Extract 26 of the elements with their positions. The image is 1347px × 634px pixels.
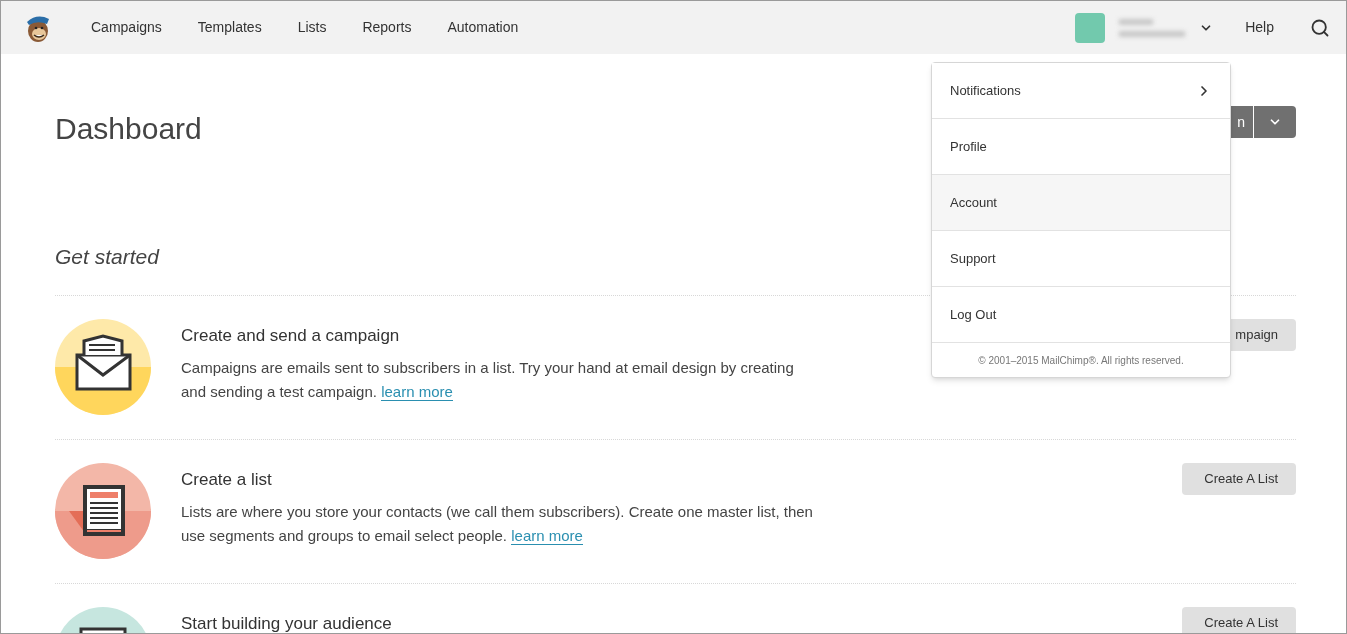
card-title: Start building your audience [181,612,393,633]
learn-more-link[interactable]: learn more [381,383,453,401]
card-description: Lists are where you store your contacts (we call them subscribers). Create one master list, then use segments and groups to email select people. learn more [181,502,814,547]
envelope-icon [55,318,151,415]
nav-link[interactable]: Automation [447,17,519,38]
nav-link[interactable]: Campaigns [91,17,162,38]
menu-item[interactable]: Notifications [932,63,1230,119]
create-button[interactable]: Create A List [1182,606,1296,633]
learn-more-link[interactable]: learn more [511,527,583,545]
page-title: Dashboard [55,111,202,147]
document-icon [55,462,151,559]
nav-link[interactable]: Templates [197,17,262,38]
nav-link[interactable]: Lists [297,17,327,38]
menu-item[interactable]: Profile [932,119,1230,175]
menu-item[interactable]: Support [932,231,1230,287]
card-title: Create a list [181,468,273,491]
nav-link[interactable]: Reports [362,17,412,38]
copyright-text: © 2001–2015 MailChimp®. All rights reserved. [977,353,1185,368]
help-link[interactable]: Help [1245,17,1274,38]
section-heading: Get started [55,244,159,270]
search-icon[interactable] [1310,17,1330,38]
create-button[interactable]: Create A List [1182,462,1296,495]
card-title: Create and send a campaign [181,324,401,347]
menu-item[interactable]: Account [932,175,1230,231]
card-description: Campaigns are emails sent to subscribers in a list. Try your hand at email design by creating and sending a test campaign. learn more [181,358,795,403]
menu-item[interactable]: Log Out [932,287,1230,343]
